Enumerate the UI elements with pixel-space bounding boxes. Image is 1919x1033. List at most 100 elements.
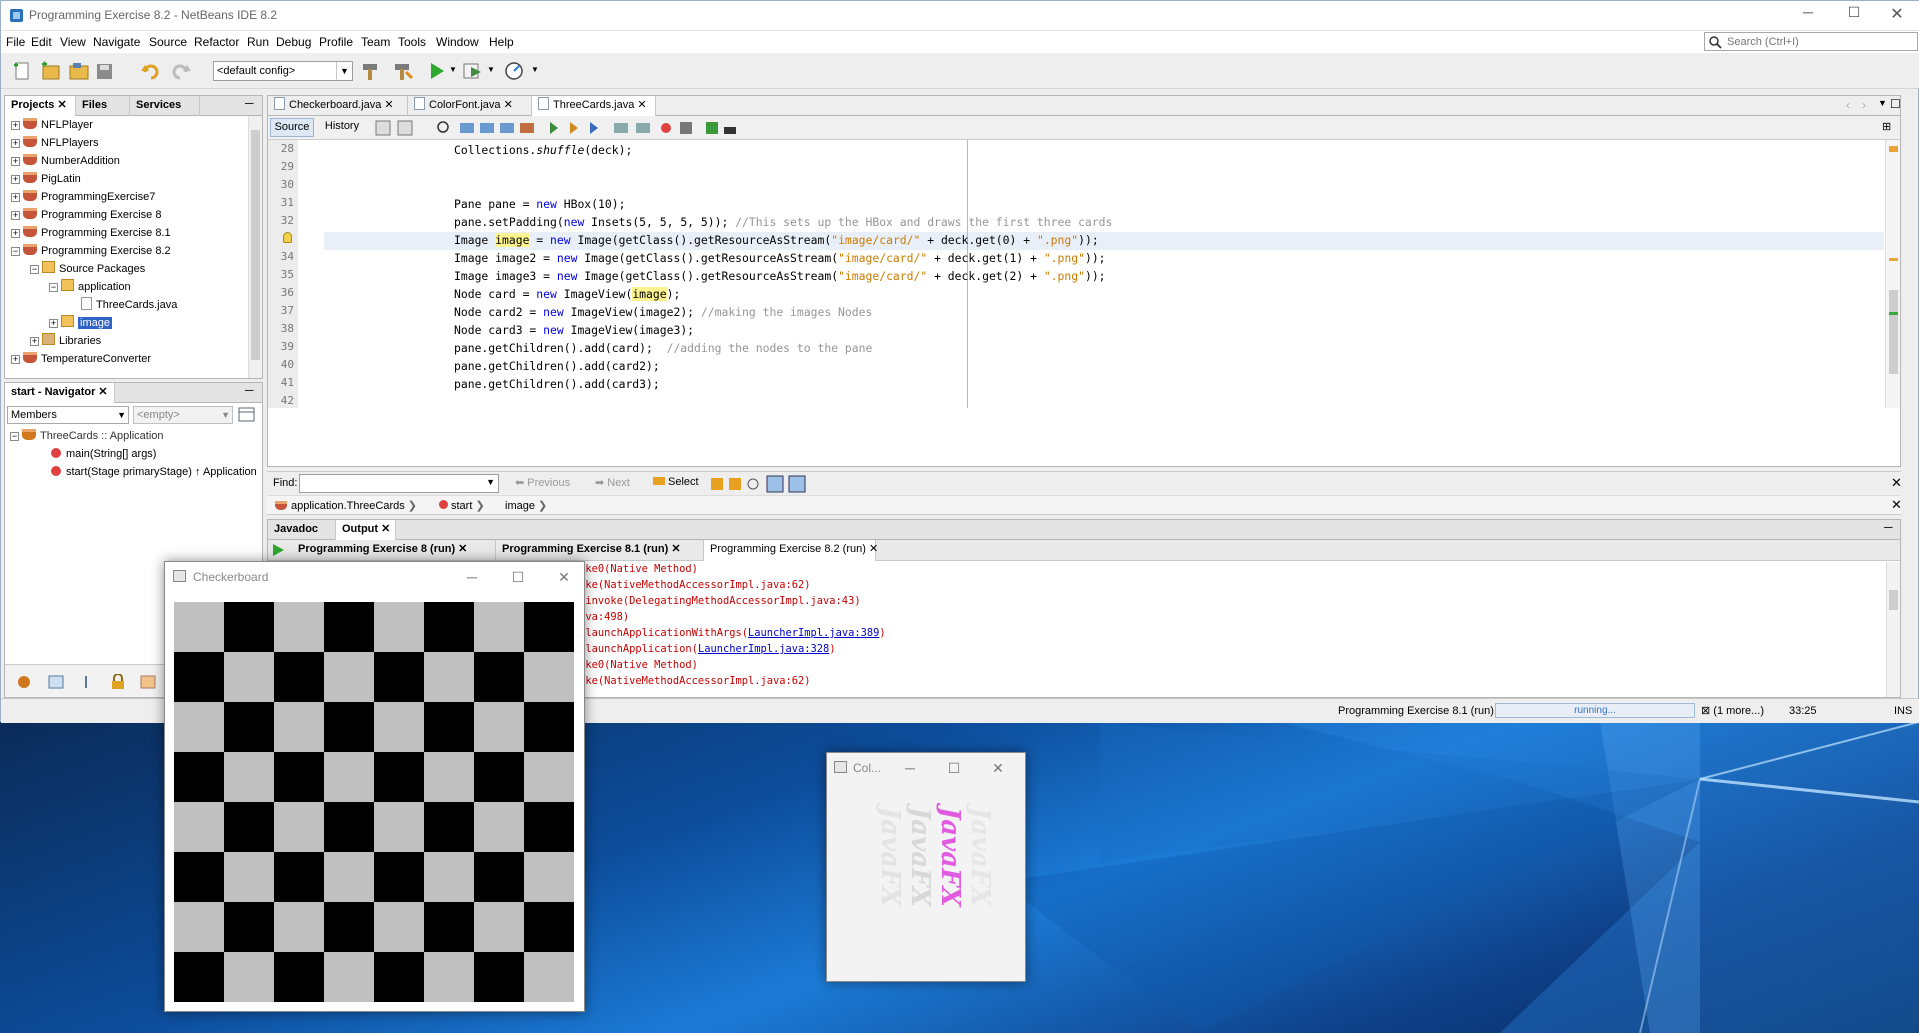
lock-icon[interactable]	[109, 674, 127, 690]
scroll-tabs-left-icon[interactable]: ‹	[1846, 98, 1850, 112]
select-button[interactable]: Select	[653, 476, 699, 488]
menu-navigate[interactable]: Navigate	[88, 31, 145, 53]
config-select[interactable]: <default config> ▼	[213, 61, 353, 81]
next-button[interactable]: ➡ Next	[595, 476, 630, 489]
run-icon[interactable]	[425, 60, 449, 82]
minimize-panel-icon[interactable]: ─	[245, 383, 254, 397]
debug-icon[interactable]	[461, 60, 485, 82]
search-input[interactable]	[1727, 34, 1912, 49]
undo-icon[interactable]	[139, 60, 163, 82]
close-icon[interactable]: ✕	[381, 523, 390, 535]
close-icon[interactable]: ✕	[671, 543, 680, 555]
redo-icon[interactable]	[169, 60, 193, 82]
tree-item-image[interactable]: + image	[49, 314, 112, 332]
scrollbar-thumb[interactable]	[1889, 290, 1898, 374]
close-icon[interactable]: ✕	[504, 99, 513, 111]
projects-scrollbar[interactable]	[248, 116, 262, 378]
lightbulb-icon[interactable]	[268, 232, 294, 246]
close-button[interactable]: ✕	[977, 753, 1019, 783]
close-button[interactable]: ✕	[541, 562, 587, 592]
tree-item-programming-exercise-81[interactable]: + Programming Exercise 8.1	[11, 224, 171, 242]
breadcrumb-variable[interactable]: image ❯	[505, 499, 547, 512]
maximize-button[interactable]: ☐	[933, 753, 975, 783]
find-options-icons[interactable]	[709, 475, 829, 493]
members-select[interactable]: Members ▼	[7, 406, 129, 424]
rerun-icon[interactable]	[270, 542, 286, 558]
tab-output[interactable]: Output ✕	[336, 520, 396, 540]
warning-mark[interactable]	[1889, 258, 1898, 261]
empty-select[interactable]: <empty> ▼	[133, 406, 233, 424]
progress-bar[interactable]: running...	[1495, 703, 1695, 718]
nav-method-start[interactable]: start(Stage primaryStage) ↑ Application	[51, 463, 257, 481]
maximize-editor-icon[interactable]: ☐	[1890, 97, 1901, 111]
save-all-icon[interactable]	[93, 60, 117, 82]
editor-scrollbar[interactable]	[1885, 140, 1900, 408]
more-tasks[interactable]: ⊠ (1 more...)	[1701, 704, 1764, 717]
tree-item-nflplayer[interactable]: + NFLPlayer	[11, 116, 93, 134]
nav-method-main[interactable]: main(String[] args)	[51, 445, 156, 463]
menu-tools[interactable]: Tools	[393, 31, 431, 53]
maximize-button[interactable]: ☐	[495, 562, 541, 592]
tab-threecards-java[interactable]: ThreeCards.java ✕	[532, 96, 656, 116]
stacktrace-link[interactable]: LauncherImpl.java:328	[698, 643, 829, 655]
previous-button[interactable]: ⬅ Previous	[515, 476, 570, 489]
filter-fields-icon[interactable]	[15, 674, 33, 690]
change-mark[interactable]	[1889, 312, 1898, 315]
close-icon[interactable]: ✕	[637, 99, 646, 111]
minimize-panel-icon[interactable]: ─	[1884, 520, 1893, 534]
close-icon[interactable]: ✕	[57, 99, 66, 111]
tab-checkerboard-java[interactable]: Checkerboard.java ✕	[268, 96, 408, 116]
navigator-view-icon[interactable]	[237, 406, 257, 424]
scrollbar-thumb[interactable]	[1889, 590, 1898, 610]
stacktrace-link[interactable]: LauncherImpl.java:389	[748, 627, 879, 639]
new-project-icon[interactable]	[39, 60, 63, 82]
tree-item-programmingexercise7[interactable]: + ProgrammingExercise7	[11, 188, 155, 206]
filter-static-icon[interactable]	[47, 674, 65, 690]
close-icon[interactable]: ✕	[384, 99, 393, 111]
tree-item-programming-exercise-8[interactable]: + Programming Exercise 8	[11, 206, 161, 224]
new-file-icon[interactable]	[11, 60, 35, 82]
build-hammer-icon[interactable]	[359, 60, 383, 82]
menu-debug[interactable]: Debug	[271, 31, 316, 53]
menu-run[interactable]: Run	[242, 31, 274, 53]
tree-item-piglatin[interactable]: + PigLatin	[11, 170, 81, 188]
editor-action-icons[interactable]	[374, 119, 804, 137]
tab-colorfont-java[interactable]: ColorFont.java ✕	[408, 96, 532, 116]
tab-run-8[interactable]: Programming Exercise 8 (run) ✕	[292, 540, 496, 561]
close-icon[interactable]: ✕	[98, 386, 107, 398]
split-editor-icon[interactable]: ⊞	[1882, 120, 1891, 133]
tab-projects[interactable]: Projects ✕	[5, 96, 76, 116]
search-box[interactable]	[1704, 32, 1918, 51]
tree-item-nflplayers[interactable]: + NFLPlayers	[11, 134, 98, 152]
menu-team[interactable]: Team	[356, 31, 395, 53]
tab-run-82[interactable]: Programming Exercise 8.2 (run) ✕	[704, 540, 878, 561]
tab-run-81[interactable]: Programming Exercise 8.1 (run) ✕	[496, 540, 704, 561]
maximize-button[interactable]: ☐	[1831, 4, 1877, 28]
menu-edit[interactable]: Edit	[26, 31, 57, 53]
menu-source[interactable]: Source	[144, 31, 192, 53]
minimize-button[interactable]: ─	[889, 753, 931, 783]
nav-class-threecards[interactable]: − ThreeCards :: Application	[10, 427, 164, 445]
menu-refactor[interactable]: Refactor	[189, 31, 244, 53]
code-area[interactable]: 28 29 30 31 32 34 35 36 37 38 39 40 41 4…	[268, 140, 1888, 408]
close-icon[interactable]: ✕	[1891, 475, 1902, 491]
tab-source[interactable]: Source	[270, 118, 314, 137]
tree-item-libraries[interactable]: + Libraries	[30, 332, 101, 350]
minimize-button[interactable]: ─	[449, 562, 495, 592]
tab-services[interactable]: Services	[130, 96, 200, 116]
close-icon[interactable]: ✕	[869, 543, 878, 555]
menu-help[interactable]: Help	[484, 31, 519, 53]
find-input[interactable]: ▼	[299, 474, 499, 493]
menu-view[interactable]: View	[55, 31, 91, 53]
tab-list-icon[interactable]: ▼	[1878, 98, 1887, 108]
inherited-icon[interactable]	[139, 674, 157, 690]
breadcrumb-class[interactable]: application.ThreeCards ❯	[275, 499, 417, 512]
profile-icon[interactable]	[503, 60, 527, 82]
tab-javadoc[interactable]: Javadoc	[268, 520, 336, 540]
output-scrollbar[interactable]	[1886, 562, 1900, 697]
minimize-button[interactable]: ─	[1785, 4, 1831, 28]
debug-dropdown-icon[interactable]: ▼	[487, 65, 495, 74]
tree-item-threecards-java[interactable]: ThreeCards.java	[81, 296, 177, 314]
tab-files[interactable]: Files	[76, 96, 130, 116]
tab-history[interactable]: History	[318, 118, 366, 137]
